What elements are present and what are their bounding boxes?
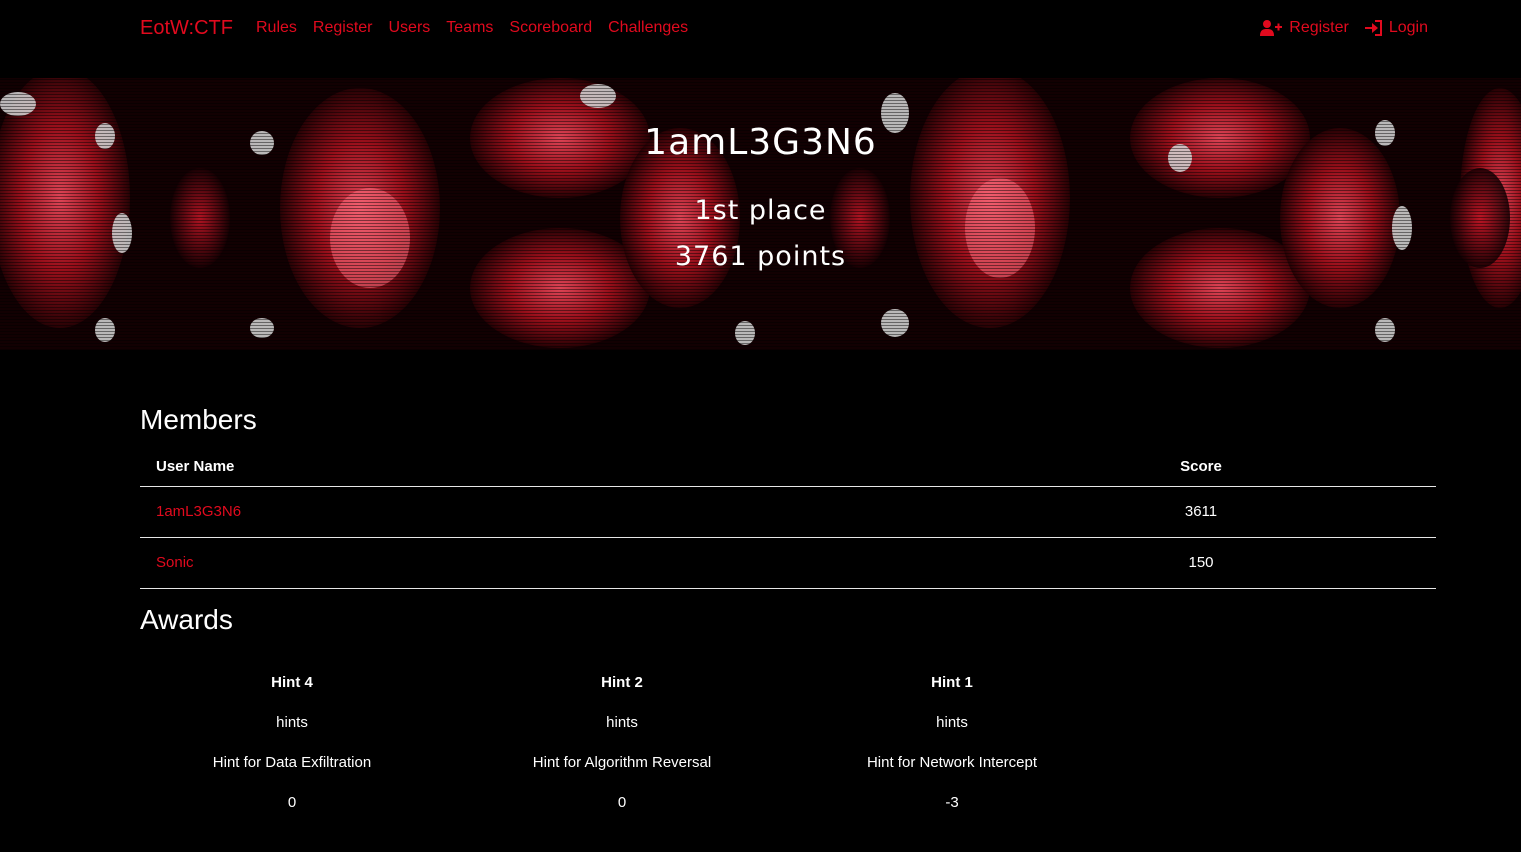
- members-table: User Name Score 1amL3G3N6 3611 Sonic 150: [140, 450, 1436, 589]
- member-score: 150: [1188, 554, 1214, 571]
- login-label: Login: [1388, 19, 1428, 36]
- column-header-user-name: User Name: [156, 458, 235, 475]
- member-link[interactable]: Sonic: [156, 554, 194, 571]
- awards-heading: Awards: [140, 604, 233, 635]
- navbar: EotW:CTF Rules Register Users Teams Scor…: [0, 0, 1521, 58]
- register-label: Register: [1289, 19, 1349, 36]
- award-value: 0: [287, 794, 297, 811]
- nav-users[interactable]: Users: [388, 18, 430, 38]
- sign-in-icon: [1364, 20, 1382, 36]
- nav-rules[interactable]: Rules: [256, 18, 297, 38]
- award-category: hints: [606, 714, 638, 731]
- award-name: Hint 1: [931, 674, 973, 691]
- award-description: Hint for Network Intercept: [866, 754, 1038, 771]
- team-points: 3761 points: [674, 241, 847, 272]
- nav-challenges[interactable]: Challenges: [608, 18, 688, 38]
- award-category: hints: [276, 714, 308, 731]
- award-category: hints: [936, 714, 968, 731]
- award-value: -3: [945, 794, 959, 811]
- award-name: Hint 4: [271, 674, 313, 691]
- members-heading: Members: [140, 404, 257, 435]
- award-card: Hint 1 hints Hint for Network Intercept …: [802, 674, 1102, 834]
- award-value: 0: [617, 794, 627, 811]
- member-link[interactable]: 1amL3G3N6: [156, 503, 241, 520]
- award-description: Hint for Data Exfiltration: [212, 754, 372, 771]
- nav-register[interactable]: Register: [313, 18, 373, 38]
- register-button[interactable]: Register: [1260, 17, 1349, 39]
- brand-link[interactable]: EotW:CTF: [140, 16, 233, 40]
- award-card: Hint 4 hints Hint for Data Exfiltration …: [142, 674, 442, 834]
- member-score: 3611: [1184, 503, 1218, 520]
- table-header: User Name Score: [140, 450, 1436, 487]
- nav-scoreboard[interactable]: Scoreboard: [509, 18, 592, 38]
- nav-links: Rules Register Users Teams Scoreboard Ch…: [256, 18, 704, 38]
- user-plus-icon: [1260, 20, 1283, 36]
- team-place: 1st place: [694, 195, 827, 226]
- award-description: Hint for Algorithm Reversal: [532, 754, 712, 771]
- nav-teams[interactable]: Teams: [446, 18, 493, 38]
- award-name: Hint 2: [601, 674, 643, 691]
- team-banner: 1amL3G3N6 1st place 3761 points: [0, 78, 1521, 350]
- login-button[interactable]: Login: [1364, 17, 1428, 39]
- table-row: 1amL3G3N6 3611: [140, 487, 1436, 538]
- nav-auth: Register Login: [1244, 17, 1428, 39]
- award-card: Hint 2 hints Hint for Algorithm Reversal…: [472, 674, 772, 834]
- table-row: Sonic 150: [140, 538, 1436, 589]
- team-name: 1amL3G3N6: [644, 122, 877, 163]
- column-header-score: Score: [1180, 458, 1222, 475]
